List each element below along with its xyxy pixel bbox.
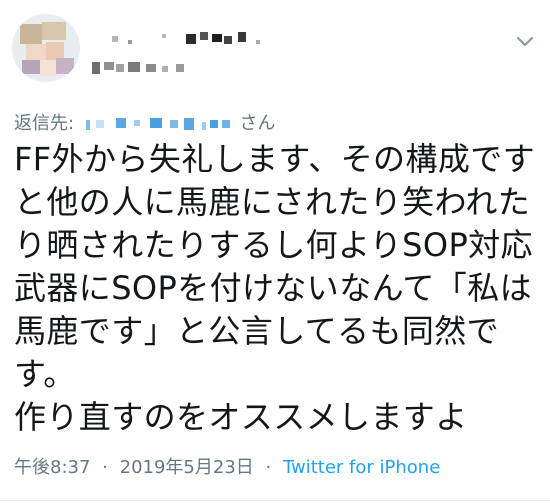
reply-to-label: 返信先: [14,113,75,134]
reply-to-mention-redacted[interactable] [85,114,232,134]
reply-to-suffix: さん [239,113,276,134]
meta-separator: · [102,457,108,478]
tweet-time[interactable]: 午後8:37 [14,457,90,478]
reply-to-line: 返信先: さん [14,110,276,138]
tweet-meta: 午後8:37 · 2019年5月23日 · Twitter for iPhone [14,456,440,480]
meta-separator-2: · [265,457,272,478]
divider [0,500,550,501]
tweet-source-link[interactable]: Twitter for iPhone [283,457,440,478]
avatar[interactable] [12,14,80,82]
tweet-date[interactable]: 2019年5月23日 [120,457,254,478]
chevron-down-icon[interactable] [514,30,536,52]
tweet-text: FF外から失礼します、その構成です と他の人に馬鹿にされたり笑われた り晒された… [14,140,536,436]
tweet-header [0,0,550,100]
